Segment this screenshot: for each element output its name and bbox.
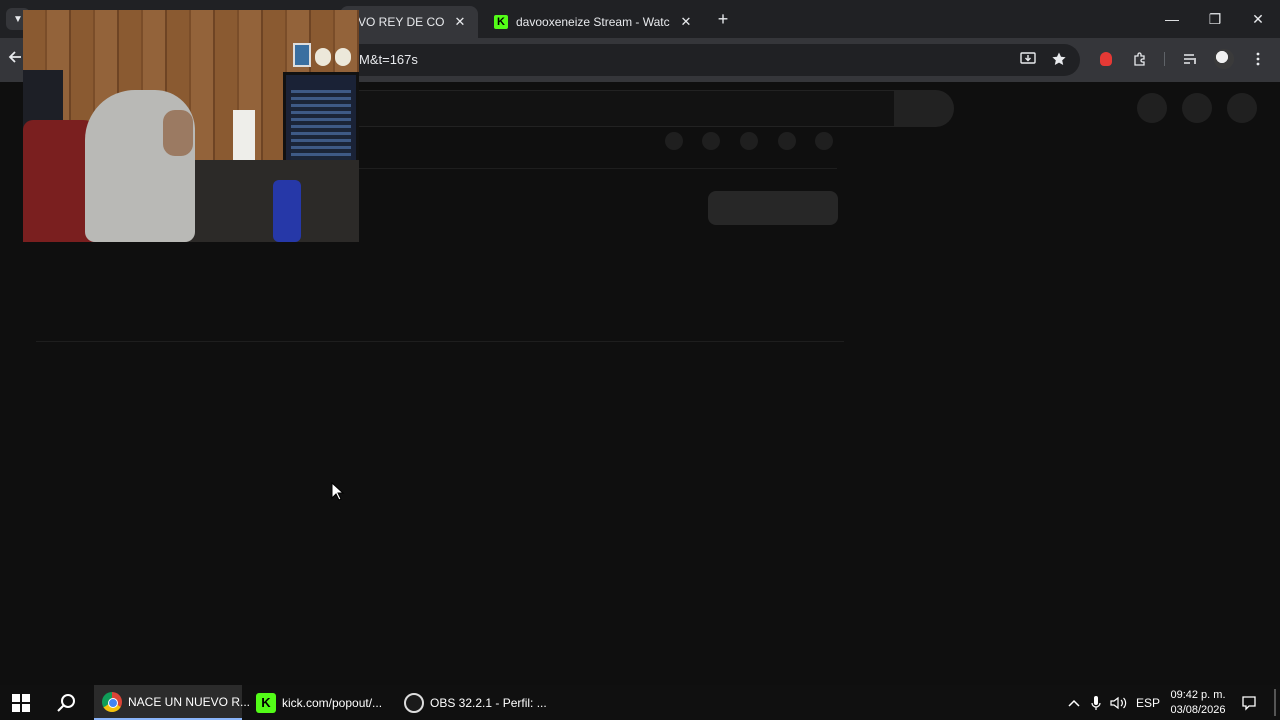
- extension-red-icon[interactable]: [1096, 49, 1116, 69]
- skeleton-dot: [815, 132, 833, 150]
- chrome-icon: [102, 691, 122, 712]
- tab-nace-un-nuevo-rey[interactable]: EVO REY DE COPA ✕: [340, 6, 478, 38]
- kick-icon: K: [494, 15, 508, 29]
- search-icon[interactable]: [56, 692, 80, 716]
- speaker-icon[interactable]: [1110, 685, 1128, 720]
- search-button-placeholder: [894, 90, 954, 127]
- header-icon-placeholder: [1137, 93, 1167, 123]
- skeleton-divider: [359, 168, 837, 169]
- obs-icon: [404, 692, 424, 713]
- system-clock[interactable]: 09:42 p. m. 03/08/2026: [1168, 688, 1228, 718]
- taskbar-app-label: NACE UN NUEVO R...: [128, 694, 251, 709]
- search-bar-placeholder: [340, 90, 895, 127]
- language-indicator[interactable]: ESP: [1136, 685, 1160, 720]
- kick-icon: K: [256, 692, 276, 713]
- minimize-button[interactable]: —: [1150, 0, 1194, 38]
- microphone-icon[interactable]: [1088, 685, 1104, 720]
- subscribe-button-placeholder: [708, 191, 838, 225]
- address-bar-url[interactable]: M&t=167s: [359, 52, 418, 67]
- media-queue-icon[interactable]: [1180, 49, 1200, 69]
- bookmark-star-icon[interactable]: [1049, 49, 1069, 69]
- skeleton-dot: [702, 132, 720, 150]
- mouse-cursor-icon: [331, 482, 345, 501]
- taskbar-app-kick[interactable]: K kick.com/popout/...: [248, 685, 394, 720]
- address-bar[interactable]: [340, 44, 1080, 76]
- restore-button[interactable]: ❐: [1193, 0, 1237, 38]
- chevron-up-icon[interactable]: [1066, 685, 1082, 720]
- toolbar-divider: [1164, 52, 1165, 66]
- taskbar-app-label: kick.com/popout/...: [282, 695, 383, 710]
- notifications-icon[interactable]: [1238, 685, 1260, 720]
- clock-date: 03/08/2026: [1170, 704, 1226, 716]
- taskbar-app-obs[interactable]: OBS 32.2.1 - Perfil: ...: [396, 685, 547, 720]
- skeleton-dot: [778, 132, 796, 150]
- tab-title: EVO REY DE COPA: [350, 15, 444, 29]
- clock-time: 09:42 p. m.: [1170, 689, 1226, 701]
- new-tab-button[interactable]: +: [712, 9, 734, 29]
- close-window-button[interactable]: ✕: [1236, 0, 1280, 38]
- windows-start-icon[interactable]: [12, 694, 30, 712]
- taskbar-app-label: OBS 32.2.1 - Perfil: ...: [430, 695, 547, 710]
- skeleton-dot: [740, 132, 758, 150]
- tab-title: davooxeneize Stream - Watch L: [516, 15, 670, 29]
- close-tab-icon[interactable]: ✕: [452, 14, 468, 30]
- close-tab-icon[interactable]: ✕: [678, 14, 694, 30]
- tab-davooxeneize-stream[interactable]: K davooxeneize Stream - Watch L ✕: [484, 6, 704, 38]
- webcam-overlay: [23, 10, 359, 242]
- chevron-down-icon: ▼: [13, 13, 23, 25]
- screen: ▼ EVO REY DE COPA ✕ K davooxeneize Strea…: [0, 0, 1280, 720]
- header-icon-placeholder: [1182, 93, 1212, 123]
- windows-taskbar: NACE UN NUEVO R... K kick.com/popout/...…: [0, 685, 1280, 720]
- avatar-placeholder: [1227, 93, 1257, 123]
- profile-avatar[interactable]: [1214, 49, 1234, 69]
- taskbar-app-chrome[interactable]: NACE UN NUEVO R...: [94, 685, 250, 720]
- skeleton-dot: [665, 132, 683, 150]
- show-desktop-button[interactable]: [1274, 689, 1276, 716]
- extensions-puzzle-icon[interactable]: [1130, 49, 1150, 69]
- more-options-icon[interactable]: [1248, 49, 1268, 69]
- skeleton-divider: [36, 341, 844, 342]
- install-app-icon[interactable]: [1018, 49, 1038, 69]
